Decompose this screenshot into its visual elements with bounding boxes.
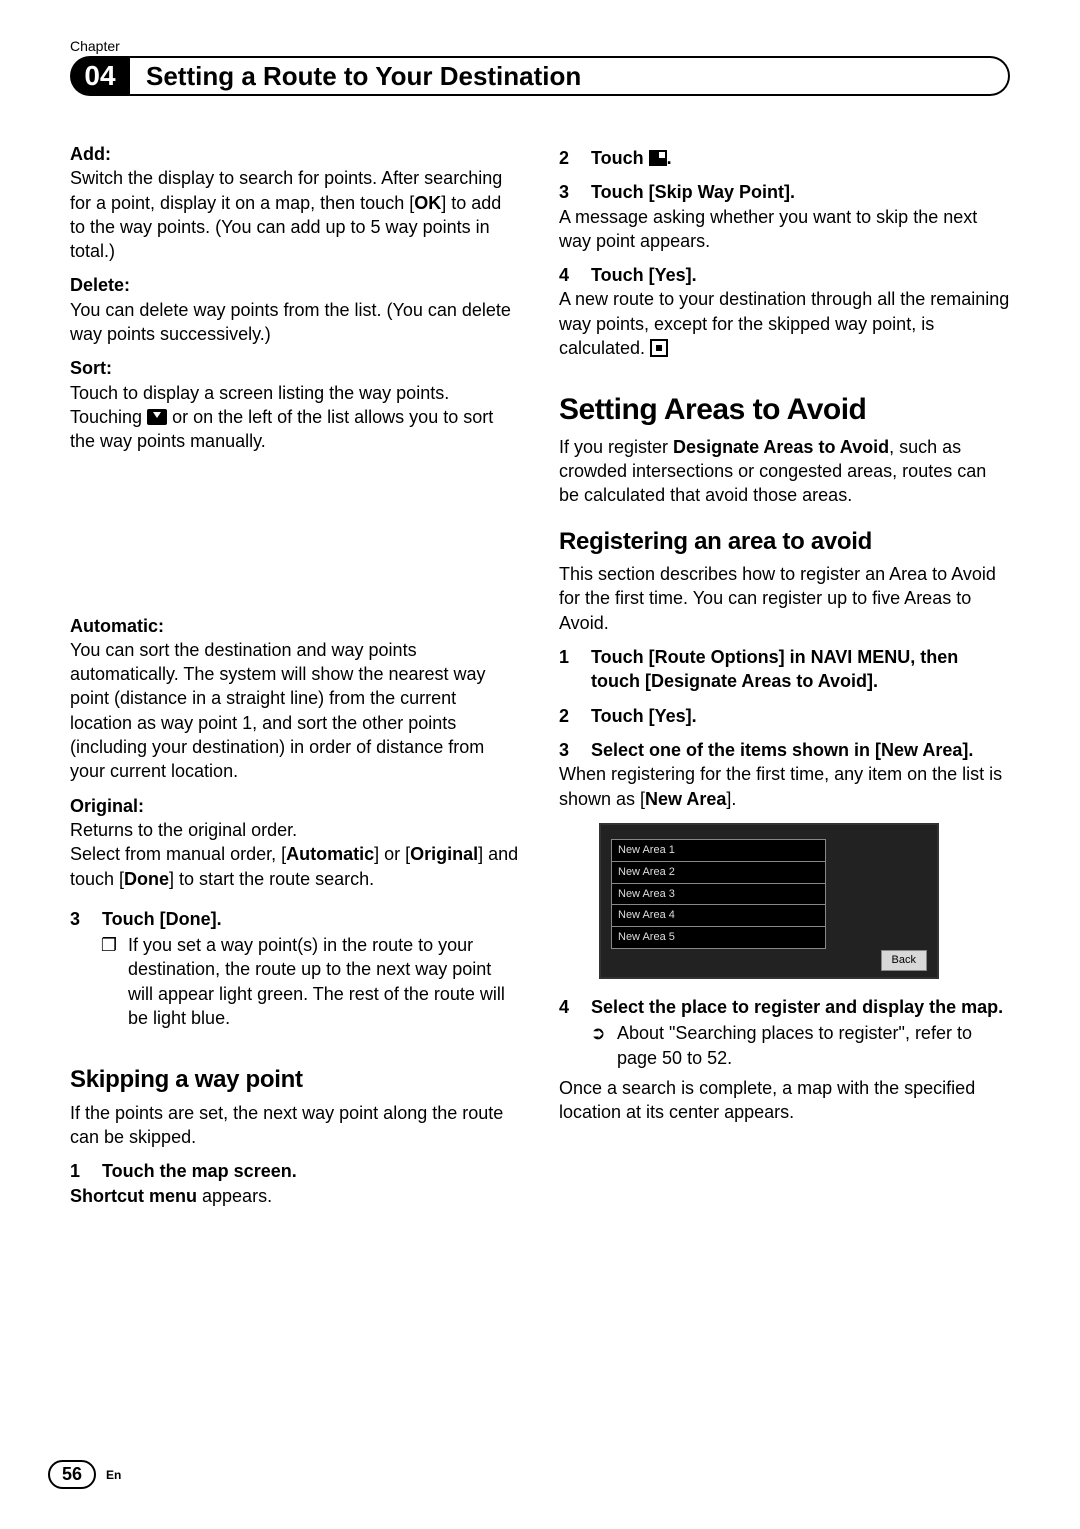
note-bullet-icon: ❐ xyxy=(100,933,118,1030)
reference-arrow-icon: ➲ xyxy=(589,1021,607,1070)
list-item[interactable]: New Area 3 xyxy=(612,883,826,905)
step-3-note: ❐ If you set a way point(s) in the route… xyxy=(70,933,521,1030)
list-item[interactable]: New Area 2 xyxy=(612,861,826,883)
original-text-1: Returns to the original order. xyxy=(70,820,297,840)
delete-block: Delete: You can delete way points from t… xyxy=(70,273,521,346)
skip-step-3: 3 Touch [Skip Way Point]. xyxy=(559,180,1010,204)
page-footer: 56 En xyxy=(48,1460,121,1489)
skip-step-4: 4 Touch [Yes]. xyxy=(559,263,1010,287)
content-columns: Add: Switch the display to search for po… xyxy=(70,142,1010,1208)
reg-step-4-text: Once a search is complete, a map with th… xyxy=(559,1076,1010,1125)
list-item[interactable]: New Area 5 xyxy=(612,927,826,949)
skip-step-4-text: A new route to your destination through … xyxy=(559,287,1010,360)
back-button[interactable]: Back xyxy=(881,950,927,971)
delete-label: Delete: xyxy=(70,275,130,295)
reg-step-1: 1 Touch [Route Options] in NAVI MENU, th… xyxy=(559,645,1010,694)
new-area-list-screenshot: New Area 1 New Area 2 New Area 3 New Are… xyxy=(599,823,939,979)
automatic-label: Automatic: xyxy=(70,616,164,636)
automatic-text: You can sort the destination and way poi… xyxy=(70,640,486,781)
reg-step-3: 3 Select one of the items shown in [New … xyxy=(559,738,1010,762)
registering-text: This section describes how to register a… xyxy=(559,562,1010,635)
sort-block: Sort: Touch to display a screen listing … xyxy=(70,356,521,453)
chapter-header: 04 Setting a Route to Your Destination xyxy=(70,56,1010,96)
list-item[interactable]: New Area 1 xyxy=(612,839,826,861)
end-section-icon xyxy=(650,339,668,357)
chapter-label: Chapter xyxy=(70,38,1010,54)
reg-step-4-ref: ➲ About "Searching places to register", … xyxy=(559,1021,1010,1070)
reg-step-2: 2 Touch [Yes]. xyxy=(559,704,1010,728)
left-column: Add: Switch the display to search for po… xyxy=(70,142,521,1208)
chapter-title: Setting a Route to Your Destination xyxy=(130,56,1010,96)
skip-step-1-sub: Shortcut menu appears. xyxy=(70,1184,521,1208)
skipping-text: If the points are set, the next way poin… xyxy=(70,1101,521,1150)
automatic-block: Automatic: You can sort the destination … xyxy=(70,614,521,784)
new-area-table: New Area 1 New Area 2 New Area 3 New Are… xyxy=(611,839,826,949)
right-column: 2 Touch . 3 Touch [Skip Way Point]. A me… xyxy=(559,142,1010,1208)
shortcut-flag-icon xyxy=(649,150,667,166)
sort-arrow-icon xyxy=(147,409,167,425)
reg-step-4: 4 Select the place to register and displ… xyxy=(559,995,1010,1019)
add-block: Add: Switch the display to search for po… xyxy=(70,142,521,263)
language-label: En xyxy=(106,1468,121,1482)
sort-label: Sort: xyxy=(70,358,112,378)
reg-step-3-text: When registering for the first time, any… xyxy=(559,762,1010,811)
registering-heading: Registering an area to avoid xyxy=(559,526,1010,558)
original-text-2: Select from manual order, [Automatic] or… xyxy=(70,844,518,888)
skip-step-3-text: A message asking whether you want to ski… xyxy=(559,205,1010,254)
add-text: Switch the display to search for points.… xyxy=(70,168,502,261)
skip-step-2: 2 Touch . xyxy=(559,146,1010,170)
skipping-heading: Skipping a way point xyxy=(70,1064,521,1096)
page-number: 56 xyxy=(48,1460,96,1489)
original-label: Original: xyxy=(70,796,144,816)
chapter-number-badge: 04 xyxy=(70,56,130,96)
delete-text: You can delete way points from the list.… xyxy=(70,300,511,344)
areas-heading: Setting Areas to Avoid xyxy=(559,390,1010,431)
original-block: Original: Returns to the original order.… xyxy=(70,794,521,891)
step-3-done: 3 Touch [Done]. xyxy=(70,907,521,931)
sort-text: Touch to display a screen listing the wa… xyxy=(70,383,493,452)
list-item[interactable]: New Area 4 xyxy=(612,905,826,927)
areas-text: If you register Designate Areas to Avoid… xyxy=(559,435,1010,508)
add-label: Add: xyxy=(70,144,111,164)
skip-step-1: 1 Touch the map screen. xyxy=(70,1159,521,1183)
page: Chapter 04 Setting a Route to Your Desti… xyxy=(0,0,1080,1529)
